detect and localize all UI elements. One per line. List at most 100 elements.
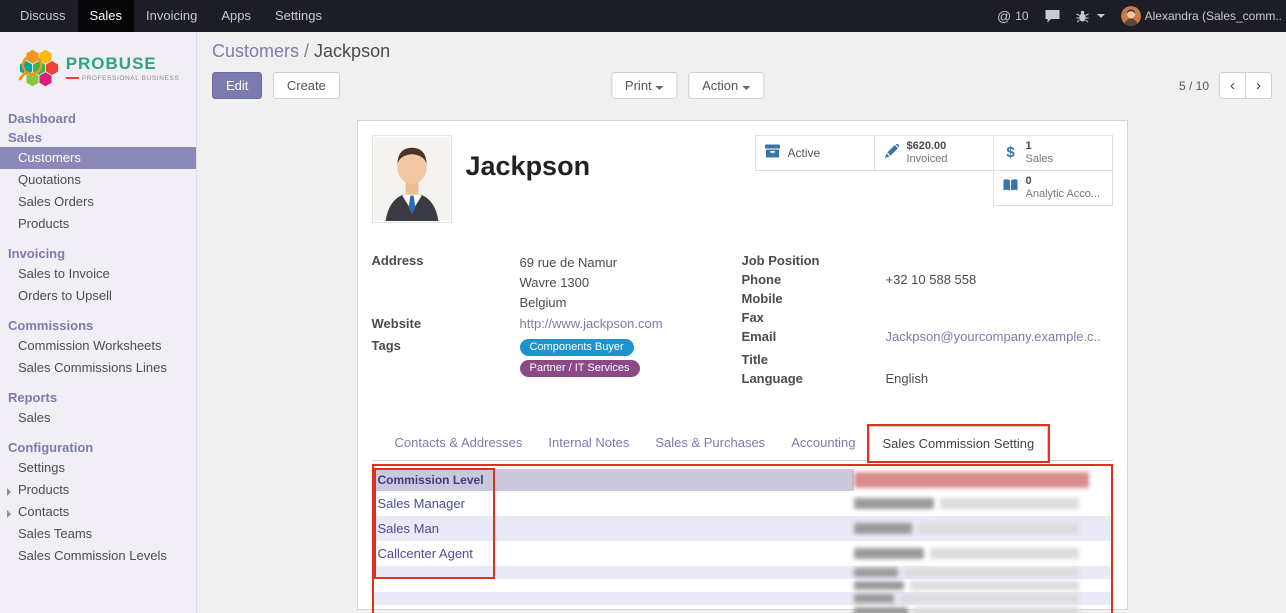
app-logo[interactable]: PROBUSE PROFESSIONAL BUSINESS — [0, 32, 196, 103]
analytic-accounts-stat-button[interactable]: 0 Analytic Acco... — [993, 170, 1113, 206]
table-row-sales-man[interactable]: Sales Man — [374, 516, 1111, 541]
sidebar-section-configuration[interactable]: Configuration — [0, 438, 196, 457]
commission-level-cell[interactable]: Callcenter Agent — [374, 541, 854, 566]
tab-sales-commission-setting[interactable]: Sales Commission Setting — [869, 426, 1049, 461]
customer-name: Jackpson — [466, 151, 591, 182]
sidebar-item-sales-to-invoice[interactable]: Sales to Invoice — [0, 263, 196, 285]
sidebar-item-sales-orders[interactable]: Sales Orders — [0, 191, 196, 213]
customer-photo — [372, 135, 452, 223]
create-button[interactable]: Create — [273, 72, 340, 99]
sidebar-item-sales-teams[interactable]: Sales Teams — [0, 523, 196, 545]
user-avatar — [1121, 6, 1141, 26]
tab-internal-notes[interactable]: Internal Notes — [535, 426, 642, 460]
sidebar-nav: Dashboard Sales Customers Quotations Sal… — [0, 103, 196, 567]
redacted-cell — [854, 566, 1089, 579]
commission-level-cell[interactable]: Sales Man — [374, 516, 854, 541]
pager-previous-button[interactable]: ‹ — [1219, 72, 1246, 99]
menu-invoicing[interactable]: Invoicing — [134, 0, 209, 32]
action-dropdown-button[interactable]: Action — [688, 72, 764, 99]
sidebar-item-config-products[interactable]: Products — [0, 479, 196, 501]
sidebar-item-sales[interactable]: Sales — [0, 128, 196, 147]
sidebar-item-customers[interactable]: Customers — [0, 147, 196, 169]
mentions-icon: @ — [997, 8, 1011, 24]
breadcrumb-customers-link[interactable]: Customers — [212, 41, 299, 61]
redacted-content — [854, 568, 898, 577]
sidebar-item-config-contacts[interactable]: Contacts — [0, 501, 196, 523]
redacted-content — [918, 523, 1079, 534]
menu-apps[interactable]: Apps — [209, 0, 263, 32]
sidebar-item-dashboard[interactable]: Dashboard — [0, 109, 196, 128]
redacted-content — [854, 523, 912, 534]
menu-discuss[interactable]: Discuss — [8, 0, 78, 32]
sidebar-item-settings[interactable]: Settings — [0, 457, 196, 479]
pager-next-button[interactable]: › — [1245, 72, 1272, 99]
menu-sales[interactable]: Sales — [78, 0, 135, 32]
tab-sales-purchases[interactable]: Sales & Purchases — [642, 426, 778, 460]
empty-table-row — [374, 592, 1111, 605]
table-row-sales-manager[interactable]: Sales Manager — [374, 491, 1111, 516]
column-header-commission-level[interactable]: Commission Level — [374, 469, 854, 491]
mentions-button[interactable]: @ 10 — [997, 8, 1029, 24]
commission-level-cell[interactable]: Sales Manager — [374, 491, 854, 516]
title-label: Title — [742, 352, 886, 369]
breadcrumb-separator: / — [304, 41, 309, 61]
redacted-content — [854, 472, 1089, 488]
mobile-label: Mobile — [742, 291, 886, 308]
topbar-right: @ 10 Alexandra (Sales_comm.. — [997, 0, 1286, 32]
sidebar-item-sales-commission-levels[interactable]: Sales Commission Levels — [0, 545, 196, 567]
menu-settings[interactable]: Settings — [263, 0, 334, 32]
redacted-content — [854, 607, 908, 613]
empty-table-row — [374, 566, 1111, 579]
redacted-header-cell — [854, 469, 1089, 491]
sidebar-item-products[interactable]: Products — [0, 213, 196, 235]
redacted-content — [854, 498, 934, 509]
expand-chevron-icon[interactable] — [7, 510, 11, 518]
bug-icon — [1076, 10, 1089, 23]
tags-value: Components Buyer Partner / IT Services — [520, 338, 645, 377]
empty-table-row — [374, 579, 1111, 592]
expand-chevron-icon[interactable] — [7, 488, 11, 496]
sidebar: PROBUSE PROFESSIONAL BUSINESS Dashboard … — [0, 32, 197, 613]
caret-down-icon — [1097, 14, 1105, 18]
edit-button[interactable]: Edit — [212, 72, 262, 99]
archive-icon — [763, 144, 783, 163]
email-link[interactable]: Jackpson@yourcompany.example.c.. — [886, 329, 1101, 346]
email-label: Email — [742, 329, 886, 346]
sidebar-item-reports-sales[interactable]: Sales — [0, 407, 196, 429]
topbar: Discuss Sales Invoicing Apps Settings @ … — [0, 0, 1286, 32]
caret-down-icon — [742, 86, 750, 90]
table-row-callcenter-agent[interactable]: Callcenter Agent — [374, 541, 1111, 566]
sidebar-item-orders-to-upsell[interactable]: Orders to Upsell — [0, 285, 196, 307]
redacted-content — [940, 498, 1079, 509]
fax-label: Fax — [742, 310, 886, 327]
messages-button[interactable] — [1045, 9, 1060, 23]
field-groups: Address 69 rue de Namur Wavre 1300 Belgi… — [372, 253, 1113, 390]
sidebar-item-commission-worksheets[interactable]: Commission Worksheets — [0, 335, 196, 357]
user-menu-button[interactable]: Alexandra (Sales_comm.. — [1121, 6, 1282, 26]
stat-buttons: Active $620.00 Invoiced $ 1 Sales — [754, 135, 1113, 205]
sidebar-section-reports[interactable]: Reports — [0, 388, 196, 407]
empty-table-row — [374, 605, 1111, 613]
logo-subtitle: PROFESSIONAL BUSINESS — [66, 75, 180, 82]
breadcrumb: Customers/Jackpson — [198, 32, 1286, 66]
website-link[interactable]: http://www.jackpson.com — [520, 316, 663, 333]
print-dropdown-button[interactable]: Print — [611, 72, 678, 99]
redacted-content — [854, 581, 904, 590]
tab-contacts-addresses[interactable]: Contacts & Addresses — [382, 426, 536, 460]
active-stat-button[interactable]: Active — [755, 135, 875, 171]
sidebar-section-commissions[interactable]: Commissions — [0, 316, 196, 335]
language-value: English — [886, 371, 929, 388]
sidebar-item-sales-commissions-lines[interactable]: Sales Commissions Lines — [0, 357, 196, 379]
tags-label: Tags — [372, 338, 520, 377]
redacted-cell — [854, 516, 1089, 541]
debug-menu-button[interactable] — [1076, 10, 1105, 23]
invoiced-stat-button[interactable]: $620.00 Invoiced — [874, 135, 994, 171]
redacted-content — [930, 548, 1079, 559]
sidebar-section-invoicing[interactable]: Invoicing — [0, 244, 196, 263]
annotation-table-highlight: Commission Level Sales Manager Sales Man… — [372, 464, 1113, 613]
tab-accounting[interactable]: Accounting — [778, 426, 868, 460]
mentions-count: 10 — [1015, 9, 1028, 23]
sales-stat-button[interactable]: $ 1 Sales — [993, 135, 1113, 171]
notebook-tabs: Contacts & Addresses Internal Notes Sale… — [372, 426, 1113, 461]
sidebar-item-quotations[interactable]: Quotations — [0, 169, 196, 191]
